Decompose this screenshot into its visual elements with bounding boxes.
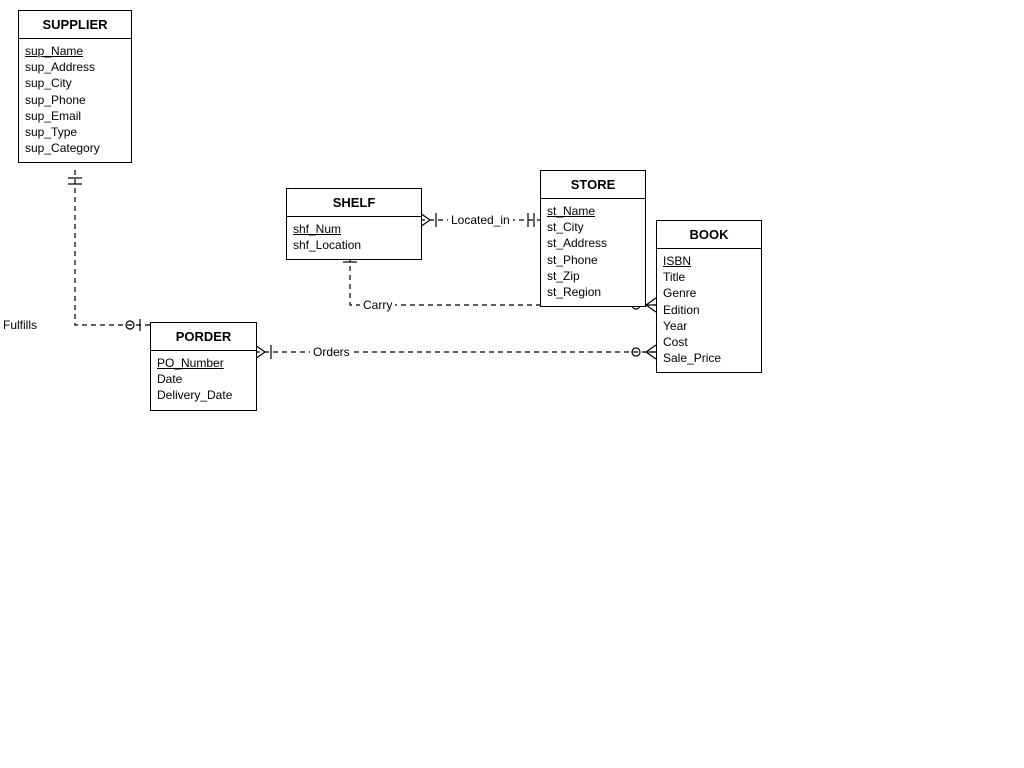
attr: Year — [663, 318, 755, 334]
attr: st_Region — [547, 284, 639, 300]
rel-label-fulfills: Fulfills — [0, 318, 40, 332]
attr: Title — [663, 269, 755, 285]
entity-attrs: st_Name st_City st_Address st_Phone st_Z… — [541, 199, 645, 306]
entity-attrs: ISBN Title Genre Edition Year Cost Sale_… — [657, 249, 761, 372]
attr: sup_Type — [25, 124, 125, 140]
attr: sup_Category — [25, 140, 125, 156]
attr: shf_Location — [293, 237, 415, 253]
attr: st_Phone — [547, 252, 639, 268]
rel-label-orders: Orders — [310, 345, 353, 359]
attr: Date — [157, 371, 250, 387]
attr: st_Address — [547, 235, 639, 251]
entity-store: STORE st_Name st_City st_Address st_Phon… — [540, 170, 646, 307]
entity-title: BOOK — [657, 221, 761, 249]
attr: sup_Phone — [25, 92, 125, 108]
entity-title: SHELF — [287, 189, 421, 217]
attr: sup_City — [25, 75, 125, 91]
attr: ISBN — [663, 253, 755, 269]
entity-title: STORE — [541, 171, 645, 199]
attr: Sale_Price — [663, 350, 755, 366]
entity-supplier: SUPPLIER sup_Name sup_Address sup_City s… — [18, 10, 132, 163]
attr: st_Zip — [547, 268, 639, 284]
attr: sup_Name — [25, 43, 125, 59]
attr: Cost — [663, 334, 755, 350]
attr: st_City — [547, 219, 639, 235]
attr: Delivery_Date — [157, 387, 250, 403]
attr: PO_Number — [157, 355, 250, 371]
attr: Edition — [663, 302, 755, 318]
entity-title: PORDER — [151, 323, 256, 351]
entity-shelf: SHELF shf_Num shf_Location — [286, 188, 422, 260]
attr: Genre — [663, 285, 755, 301]
entity-title: SUPPLIER — [19, 11, 131, 39]
entity-attrs: sup_Name sup_Address sup_City sup_Phone … — [19, 39, 131, 162]
entity-attrs: PO_Number Date Delivery_Date — [151, 351, 256, 410]
attr: shf_Num — [293, 221, 415, 237]
entity-book: BOOK ISBN Title Genre Edition Year Cost … — [656, 220, 762, 373]
rel-label-carry: Carry — [360, 298, 395, 312]
attr: sup_Email — [25, 108, 125, 124]
entity-porder: PORDER PO_Number Date Delivery_Date — [150, 322, 257, 411]
entity-attrs: shf_Num shf_Location — [287, 217, 421, 259]
rel-label-located-in: Located_in — [448, 213, 513, 227]
attr: sup_Address — [25, 59, 125, 75]
attr: st_Name — [547, 203, 639, 219]
